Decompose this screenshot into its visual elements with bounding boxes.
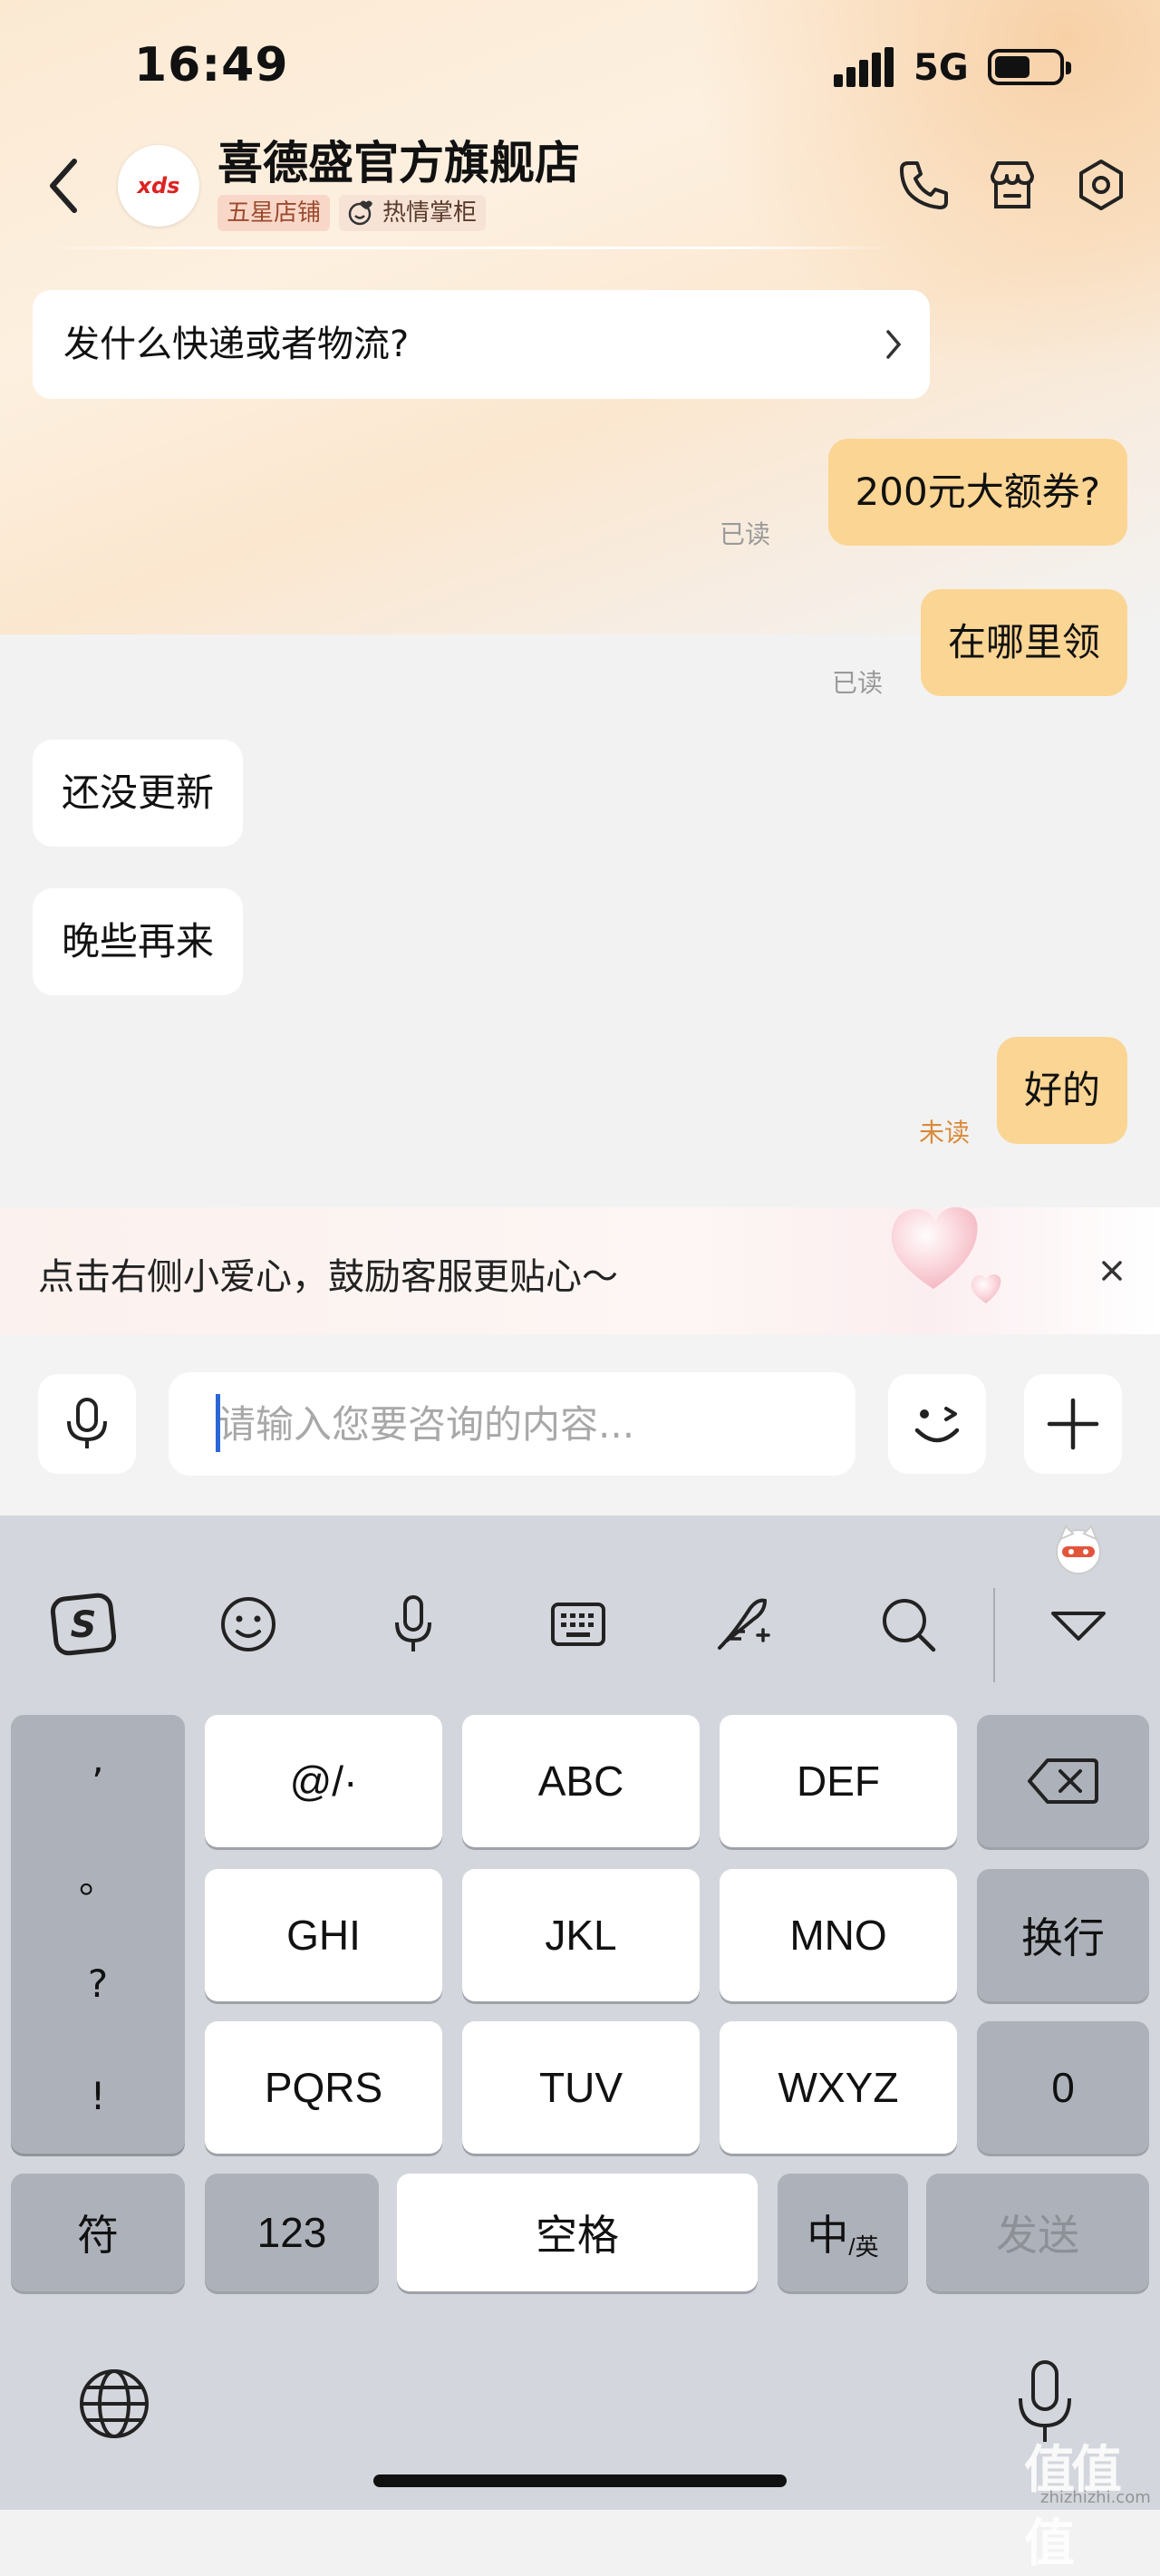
read-status: 已读	[720, 519, 771, 549]
unread-status: 未读	[919, 1118, 971, 1148]
space-key[interactable]: 空格	[397, 2174, 758, 2291]
signal-icon	[834, 47, 897, 87]
backspace-key[interactable]	[977, 1715, 1149, 1847]
wink-face-icon	[914, 1407, 960, 1443]
key-def[interactable]: DEF	[720, 1715, 957, 1847]
voice-button[interactable]	[38, 1374, 136, 1474]
more-button[interactable]	[1024, 1374, 1122, 1474]
network-type: 5G	[914, 47, 969, 89]
sogou-logo-icon[interactable]: S	[47, 1588, 120, 1661]
battery-icon	[988, 49, 1071, 85]
shop-name[interactable]: 喜德盛官方旗舰店	[218, 127, 580, 192]
header-divider	[41, 247, 902, 249]
watermark-url: zhizhizhi.com	[1040, 2488, 1151, 2507]
backspace-icon	[1028, 1758, 1098, 1804]
close-icon[interactable]	[1097, 1255, 1127, 1286]
handwriting-icon[interactable]	[707, 1588, 779, 1661]
key-tuv[interactable]: TUV	[462, 2021, 700, 2154]
search-icon[interactable]	[872, 1588, 944, 1661]
key-jkl[interactable]: JKL	[462, 1869, 700, 2001]
punct-key-period[interactable]: 。	[11, 1849, 185, 1904]
message-bubble-sent[interactable]: 在哪里领	[920, 589, 1127, 696]
text-caret	[216, 1394, 220, 1452]
numbers-key[interactable]: 123	[205, 2174, 379, 2291]
status-time: 16:49	[134, 38, 289, 92]
plus-icon	[1047, 1398, 1099, 1450]
punct-key-exclaim[interactable]: !	[11, 2074, 185, 2118]
message-input-field[interactable]	[169, 1372, 856, 1476]
key-at[interactable]: @/·	[205, 1715, 442, 1847]
quick-question-card[interactable]: 发什么快递或者物流?	[33, 290, 930, 399]
toolbar-divider	[993, 1588, 995, 1682]
quick-question-text: 发什么快递或者物流?	[63, 324, 410, 365]
keyboard-icon[interactable]	[542, 1588, 614, 1661]
voice-input-icon[interactable]	[377, 1588, 450, 1661]
phone-icon[interactable]	[895, 156, 953, 214]
key-pqrs[interactable]: PQRS	[205, 2021, 442, 2154]
home-indicator[interactable]	[373, 2474, 787, 2487]
punctuation-column[interactable]: , 。 ? !	[11, 1715, 185, 2154]
key-wxyz[interactable]: WXYZ	[720, 2021, 957, 2154]
punct-key-comma[interactable]: ,	[11, 1737, 185, 1781]
language-switch-key[interactable]: 中/英	[778, 2174, 908, 2291]
language-main-label: 中	[807, 2212, 849, 2259]
tip-text: 点击右侧小爱心，鼓励客服更贴心～	[38, 1256, 618, 1298]
punct-key-question[interactable]: ?	[11, 1961, 185, 2006]
collapse-keyboard-icon[interactable]	[1042, 1588, 1115, 1661]
message-bubble-received[interactable]: 晚些再来	[33, 888, 244, 995]
svg-text:S: S	[71, 1604, 97, 1646]
emoji-icon[interactable]	[212, 1588, 285, 1661]
store-icon[interactable]	[983, 156, 1041, 214]
settings-icon[interactable]	[1072, 156, 1130, 214]
service-badge: 热情掌柜	[339, 195, 487, 231]
shop-logo[interactable]: xds	[118, 145, 199, 227]
message-bubble-sent[interactable]: 好的	[996, 1037, 1127, 1144]
key-abc[interactable]: ABC	[462, 1715, 700, 1847]
globe-icon[interactable]	[76, 2366, 152, 2442]
emoji-button[interactable]	[888, 1374, 986, 1474]
key-mno[interactable]: MNO	[720, 1869, 957, 2001]
read-status: 已读	[832, 668, 884, 698]
language-sub-label: /英	[848, 2232, 879, 2261]
heart-icon[interactable]	[879, 1187, 1006, 1314]
rating-badge: 五星店铺	[218, 195, 331, 231]
message-bubble-sent[interactable]: 200元大额券?	[827, 439, 1127, 546]
chevron-right-icon	[886, 330, 902, 359]
key-zero[interactable]: 0	[977, 2021, 1149, 2154]
newline-key[interactable]: 换行	[977, 1869, 1149, 2001]
keyboard-mascot-icon[interactable]	[1049, 1521, 1107, 1579]
message-input[interactable]	[169, 1372, 856, 1476]
smile-heart-icon	[348, 200, 372, 226]
message-bubble-received[interactable]: 还没更新	[33, 740, 244, 847]
send-key[interactable]: 发送	[926, 2174, 1149, 2291]
key-ghi[interactable]: GHI	[205, 1869, 442, 2001]
symbols-key[interactable]: 符	[11, 2174, 185, 2291]
microphone-icon	[67, 1398, 107, 1448]
back-icon[interactable]	[45, 154, 82, 218]
